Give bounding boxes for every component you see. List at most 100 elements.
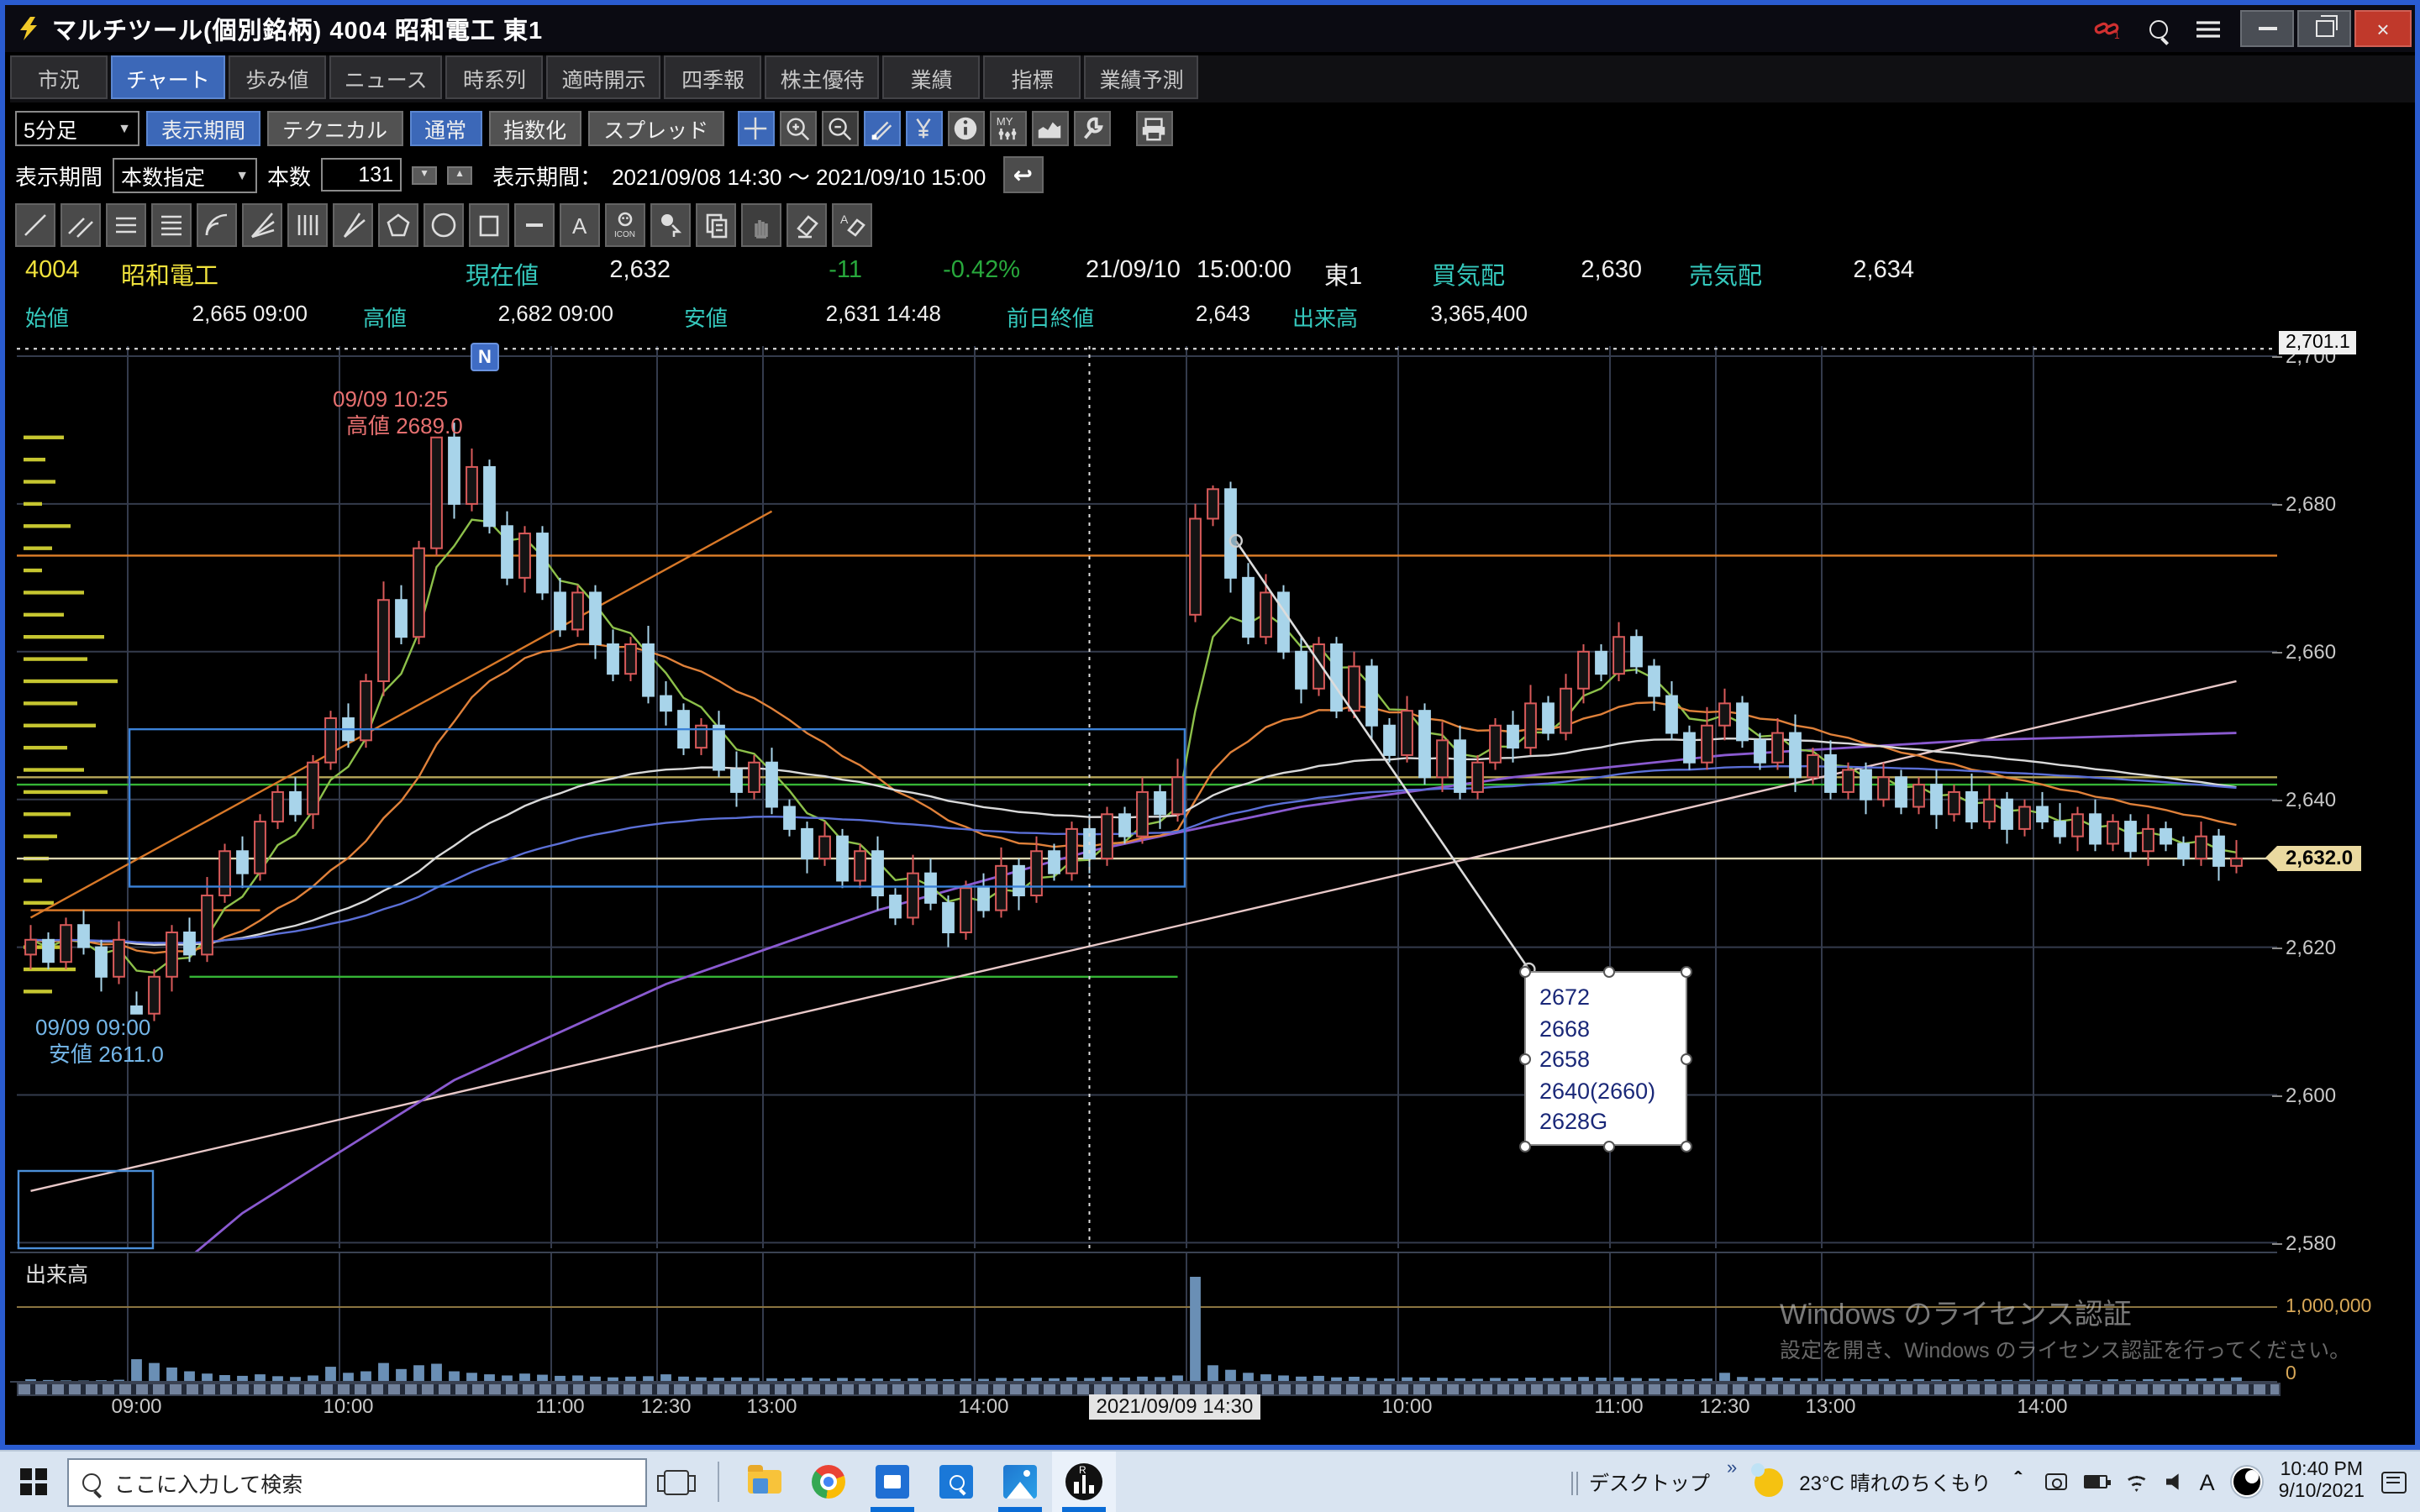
- minimize-button[interactable]: [2240, 10, 2294, 47]
- speaker-icon[interactable]: [2166, 1473, 2183, 1490]
- taskbar-photos[interactable]: [988, 1452, 1052, 1512]
- restore-button[interactable]: [2297, 10, 2351, 47]
- selection-handle[interactable]: [1519, 1141, 1531, 1152]
- tab-6[interactable]: 四季報: [665, 55, 762, 99]
- selection-handle[interactable]: [1681, 1141, 1692, 1152]
- area-chart-icon[interactable]: [1031, 111, 1068, 146]
- tab-0[interactable]: 市況: [10, 55, 108, 99]
- desktop-toolbar[interactable]: デスクトップ: [1572, 1467, 1710, 1496]
- count-input[interactable]: 131: [321, 158, 402, 192]
- menu-icon[interactable]: [2186, 10, 2230, 47]
- taskbar-file-explorer[interactable]: [733, 1452, 797, 1512]
- eraser-icon[interactable]: [786, 203, 827, 247]
- speed-lines-icon[interactable]: [333, 203, 373, 247]
- toolbar-button-0[interactable]: 表示期間: [146, 111, 260, 146]
- zoom-out-icon[interactable]: [821, 111, 858, 146]
- start-button[interactable]: [0, 1452, 67, 1512]
- weather-text[interactable]: 23°C 晴れのちくもり: [1799, 1467, 1991, 1496]
- taskbar-chrome[interactable]: [797, 1452, 860, 1512]
- parallel-line-icon[interactable]: [60, 203, 101, 247]
- tab-7[interactable]: 株主優待: [765, 55, 880, 99]
- note-line: 2658: [1539, 1045, 1672, 1076]
- quote-cur_label: 現在値: [466, 257, 566, 292]
- count-up-button[interactable]: ▲: [447, 165, 472, 184]
- reset-period-button[interactable]: ↩: [1002, 156, 1043, 193]
- tab-8[interactable]: 業績: [883, 55, 981, 99]
- toolbar-button-3[interactable]: 指数化: [488, 111, 581, 146]
- selection-handle[interactable]: [1681, 966, 1692, 978]
- toolbar-button-1[interactable]: テクニカル: [267, 111, 402, 146]
- info-icon[interactable]: [947, 111, 984, 146]
- wrench-icon[interactable]: [1073, 111, 1110, 146]
- count-down-button[interactable]: ▼: [412, 165, 437, 184]
- tab-3[interactable]: ニュース: [329, 55, 443, 99]
- quote-cur: 2,632: [560, 257, 671, 284]
- rectangle-icon[interactable]: [469, 203, 509, 247]
- eraser-text-icon[interactable]: A: [832, 203, 872, 247]
- pencil-icon[interactable]: [863, 111, 900, 146]
- selection-handle[interactable]: [1519, 966, 1531, 978]
- news-marker[interactable]: N: [471, 343, 499, 371]
- period-high-tag: 2,701.1: [2279, 331, 2357, 354]
- tab-2[interactable]: 歩み値: [229, 55, 326, 99]
- taskbar-trading-app[interactable]: [1052, 1452, 1116, 1512]
- taskbar-media-app[interactable]: [860, 1452, 924, 1512]
- selection-handle[interactable]: [1603, 1141, 1615, 1152]
- my-chart-icon[interactable]: MY: [989, 111, 1026, 146]
- tab-1[interactable]: チャート: [111, 55, 225, 99]
- toolbar-button-2[interactable]: 通常: [409, 111, 481, 146]
- ime-mode-letter[interactable]: A: [2200, 1469, 2215, 1494]
- weather-icon[interactable]: [1754, 1467, 1782, 1496]
- wifi-icon[interactable]: [2124, 1472, 2149, 1492]
- interval-select[interactable]: 5分足▼: [15, 111, 139, 146]
- fib-fan-icon[interactable]: [242, 203, 282, 247]
- selection-handle[interactable]: [1519, 1053, 1531, 1065]
- print-icon[interactable]: [1135, 111, 1172, 146]
- search-icon[interactable]: [2136, 10, 2180, 47]
- gann-lines-icon[interactable]: [151, 203, 192, 247]
- toolbar-overflow-chevron[interactable]: »: [1727, 1458, 1737, 1478]
- taskbar-search-input[interactable]: ここに入力して検索: [67, 1457, 647, 1506]
- toolbar-button-4[interactable]: スプレッド: [588, 111, 723, 146]
- hidden-icons-button[interactable]: ＾: [2008, 1467, 2028, 1496]
- period-mode-select[interactable]: 本数指定▼: [113, 157, 257, 192]
- link-icon[interactable]: 1: [2086, 10, 2129, 47]
- battery-icon[interactable]: [2084, 1475, 2107, 1488]
- selection-handle[interactable]: [1681, 1053, 1692, 1065]
- tray-device-icon[interactable]: [2045, 1473, 2067, 1490]
- fib-arc-icon[interactable]: [197, 203, 237, 247]
- tab-9[interactable]: 指標: [984, 55, 1081, 99]
- copy-icon[interactable]: [696, 203, 736, 247]
- pentagon-icon[interactable]: [378, 203, 418, 247]
- pointer-icon[interactable]: [650, 203, 691, 247]
- hand-icon[interactable]: [741, 203, 781, 247]
- taskbar-clock[interactable]: 10:40 PM 9/10/2021: [2279, 1460, 2365, 1504]
- period-label: 表示期間: [15, 159, 103, 191]
- fib-retracement-icon[interactable]: [106, 203, 146, 247]
- tab-10[interactable]: 業績予測: [1085, 55, 1199, 99]
- ellipse-icon[interactable]: [424, 203, 464, 247]
- selection-handle[interactable]: [1603, 966, 1615, 978]
- crosshair-icon[interactable]: [737, 111, 774, 146]
- stamp-icon[interactable]: ICON: [605, 203, 645, 247]
- vertical-lines-icon[interactable]: [287, 203, 328, 247]
- action-center-icon[interactable]: [2381, 1471, 2407, 1493]
- search-placeholder: ここに入力して検索: [114, 1466, 302, 1498]
- yen-icon[interactable]: [905, 111, 942, 146]
- ime-icon[interactable]: [2232, 1467, 2262, 1497]
- chart-canvas[interactable]: 2,7002,6802,6602,6402,6202,6002,5802,701…: [10, 336, 2420, 1450]
- price-note-box[interactable]: 2672266826582640(2660)2628G: [1524, 971, 1687, 1146]
- windows-activation-watermark-text: 設定を開き、Windows のライセンス認証を行ってください。: [1780, 1332, 2350, 1364]
- quote-high: 2,682 09:00: [412, 301, 613, 326]
- zoom-in-icon[interactable]: [779, 111, 816, 146]
- close-button[interactable]: ×: [2354, 10, 2412, 47]
- horizontal-segment-icon[interactable]: [514, 203, 555, 247]
- tab-4[interactable]: 時系列: [446, 55, 544, 99]
- trend-line-icon[interactable]: [15, 203, 55, 247]
- tab-5[interactable]: 適時開示: [547, 55, 661, 99]
- range-value: 2021/09/08 14:30 ～ 2021/09/10 15:00: [612, 159, 986, 191]
- text-icon[interactable]: A: [560, 203, 600, 247]
- task-view-button[interactable]: [647, 1452, 704, 1512]
- quote-prev: 2,643: [1133, 301, 1250, 326]
- taskbar-search-app[interactable]: [924, 1452, 988, 1512]
